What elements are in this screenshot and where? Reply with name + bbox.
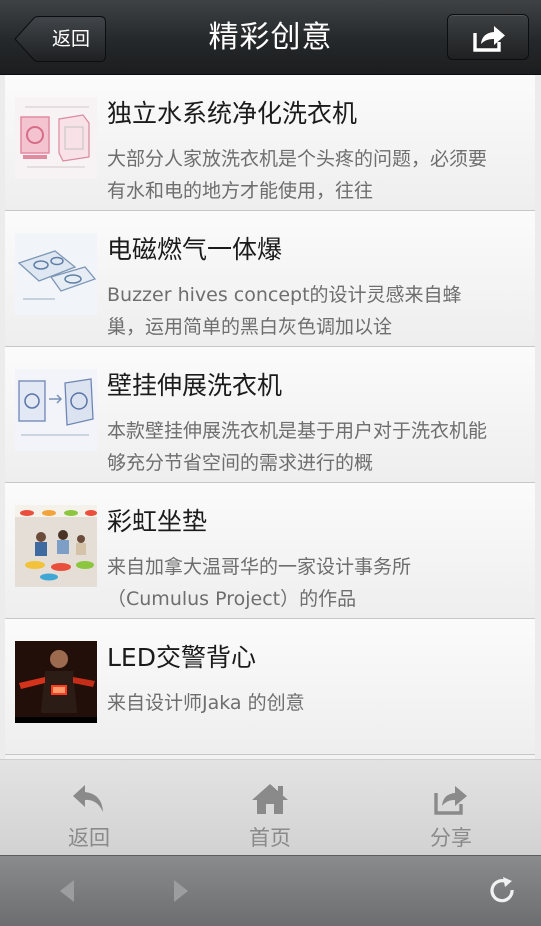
item-title: 独立水系统净化洗衣机 (107, 99, 358, 128)
item-description: 大部分人家放洗衣机是个头疼的问题，必须要有水和电的地方才能使用，往往 (107, 148, 487, 202)
chevron-right-icon (174, 880, 188, 902)
share-icon (473, 26, 505, 52)
home-icon (252, 784, 288, 814)
browser-reload-button[interactable] (488, 876, 518, 906)
item-description: 来自设计师Jaka 的创意 (107, 692, 305, 714)
item-title: 电磁燃气一体爆 (107, 235, 283, 264)
tab-share-label: 分享 (430, 826, 472, 850)
top-navigation-bar: 精彩创意 返回 (0, 0, 541, 75)
list-item[interactable]: 壁挂伸展洗衣机 本款壁挂伸展洗衣机是基于用户对于洗衣机能够充分节省空间的需求进行… (5, 347, 535, 483)
list-item[interactable]: 独立水系统净化洗衣机 大部分人家放洗衣机是个头疼的问题，必须要有水和电的地方才能… (5, 75, 535, 211)
item-description: Buzzer hives concept的设计灵感来自蜂巢，运用简单的黑白灰色调… (107, 284, 462, 338)
tab-back-label: 返回 (68, 826, 110, 850)
reply-arrow-icon (73, 785, 103, 812)
washing-machine-sketch-image (15, 97, 97, 179)
app-screen: 精彩创意 返回 独立水系统净化洗衣机 大部分人家放洗衣机是个头疼的问题，必须要有… (0, 0, 541, 926)
stove-sketch-image (15, 233, 97, 315)
tab-share[interactable]: 分享 (391, 760, 511, 856)
item-title: 彩虹坐垫 (107, 507, 208, 536)
header-share-button[interactable] (447, 14, 529, 60)
item-title: 壁挂伸展洗衣机 (107, 371, 283, 400)
browser-back-button[interactable] (54, 876, 84, 906)
share-icon (434, 786, 467, 815)
rainbow-cushion-photo (15, 505, 97, 587)
item-description: 本款壁挂伸展洗衣机是基于用户对于洗衣机能够充分节省空间的需求进行的概 (107, 420, 487, 474)
list-item[interactable]: 电磁燃气一体爆 Buzzer hives concept的设计灵感来自蜂巢，运用… (5, 211, 535, 347)
header-back-button[interactable]: 返回 (14, 16, 106, 62)
browser-toolbar (0, 855, 541, 926)
tab-home[interactable]: 首页 (210, 760, 330, 856)
list-item[interactable]: 彩虹坐垫 来自加拿大温哥华的一家设计事务所（Cumulus Project）的作… (5, 483, 535, 619)
item-description: 来自加拿大温哥华的一家设计事务所（Cumulus Project）的作品 (107, 556, 412, 610)
tab-home-label: 首页 (249, 826, 291, 850)
idea-list: 独立水系统净化洗衣机 大部分人家放洗衣机是个头疼的问题，必须要有水和电的地方才能… (5, 75, 535, 759)
browser-forward-button[interactable] (166, 876, 196, 906)
wall-washer-sketch-image (15, 369, 97, 451)
item-title: LED交警背心 (107, 643, 256, 672)
list-item[interactable]: LED交警背心 来自设计师Jaka 的创意 (5, 619, 535, 755)
bottom-tab-bar: 返回 首页 分享 (0, 759, 541, 855)
led-vest-photo (15, 641, 97, 723)
chevron-left-icon (60, 880, 74, 902)
tab-back[interactable]: 返回 (29, 760, 149, 856)
refresh-icon (490, 877, 514, 903)
header-back-label: 返回 (51, 28, 90, 50)
